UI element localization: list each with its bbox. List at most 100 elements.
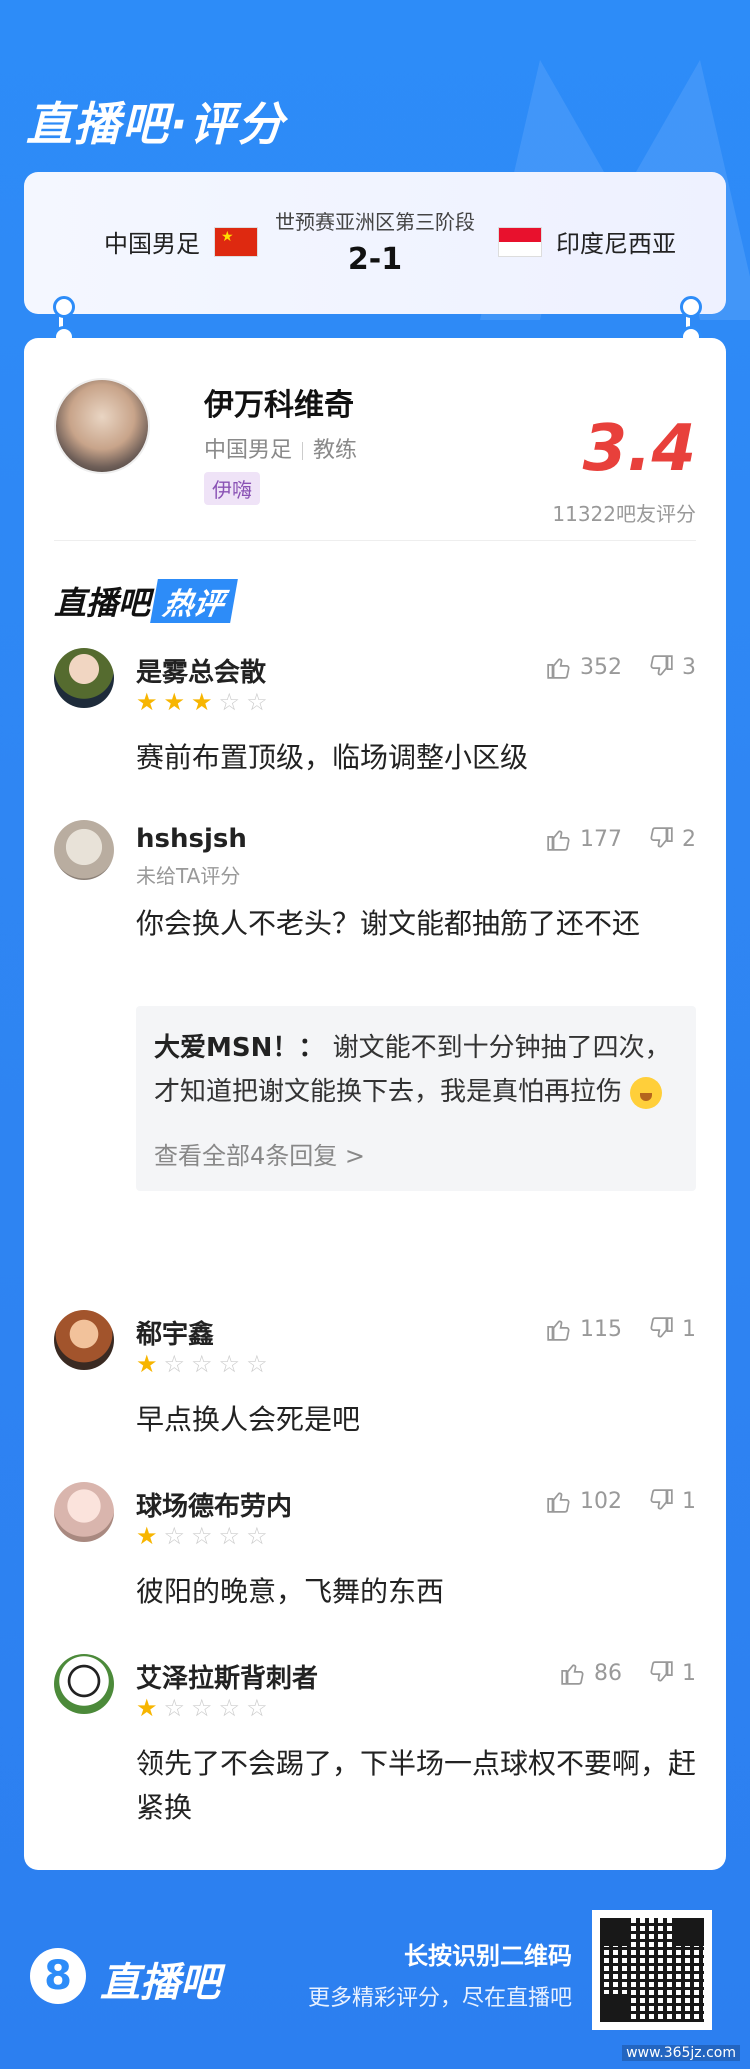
star-filled-icon: ★	[136, 1694, 158, 1722]
thumb-up-icon	[561, 1664, 584, 1685]
dislike-count: 3	[682, 654, 696, 680]
comment-actions: 177 2	[520, 826, 696, 852]
crying-emoji-icon	[630, 1076, 663, 1109]
comment-actions: 115 1	[520, 1316, 696, 1342]
comment-actions: 86 1	[534, 1660, 696, 1686]
dislike-count: 2	[682, 826, 696, 852]
dislike-button[interactable]: 1	[648, 1488, 696, 1514]
meta-divider	[302, 442, 304, 460]
comment-username[interactable]: 艾泽拉斯背刺者	[136, 1658, 318, 1695]
comment-stars: ★ ☆ ☆ ☆ ☆	[136, 1696, 268, 1720]
star-empty-icon: ☆	[191, 1522, 213, 1550]
thumb-down-icon	[650, 655, 673, 676]
rating-count: 11322吧友评分	[552, 502, 696, 526]
reply-username[interactable]: 大爱MSN！：	[154, 1033, 324, 1063]
user-avatar[interactable]	[54, 648, 114, 708]
brand-title: 直播吧·评分	[26, 97, 286, 151]
comment-text: 彼阳的晚意，飞舞的东西	[136, 1575, 445, 1608]
comment-username[interactable]: 是雾总会散	[136, 652, 266, 689]
thumb-up-icon	[547, 658, 570, 679]
user-avatar[interactable]	[54, 1310, 114, 1370]
star-empty-icon: ☆	[191, 1694, 213, 1722]
dislike-button[interactable]: 3	[648, 654, 696, 680]
star-empty-icon: ☆	[163, 1694, 186, 1722]
like-count: 102	[580, 1488, 622, 1514]
like-button[interactable]: 115	[546, 1316, 622, 1342]
qr-instruction: 长按识别二维码	[404, 1942, 572, 1970]
comment-actions: 102 1	[520, 1488, 696, 1514]
like-count: 115	[580, 1316, 622, 1342]
thumb-up-icon	[547, 1492, 570, 1513]
footer-slogan: 更多精彩评分，尽在直播吧	[307, 1986, 572, 2011]
comment-item: hshsjsh 未给TA评分 177 2 你会换人不老头？谢文能都抽筋了还不还 …	[54, 820, 696, 1280]
star-empty-icon: ☆	[218, 1350, 241, 1378]
like-button[interactable]: 177	[546, 826, 622, 852]
dislike-count: 1	[682, 1488, 696, 1514]
match-card: 中国男足 世预赛亚洲区第三阶段 2-1 印度尼西亚	[24, 172, 726, 314]
hot-title-label: 热评	[150, 579, 238, 623]
reply-box[interactable]: 大爱MSN！： 谢文能不到十分钟抽了四次，才知道把谢文能换下去，我是真怕再拉伤 …	[136, 1006, 696, 1191]
coach-meta: 中国男足 教练	[204, 432, 357, 464]
indonesia-flag-icon	[498, 226, 542, 257]
dislike-button[interactable]: 1	[648, 1316, 696, 1342]
like-count: 352	[580, 654, 622, 680]
comment-text: 早点换人会死是吧	[136, 1403, 361, 1436]
comment-item: 球场德布劳内 ★ ☆ ☆ ☆ ☆ 102 1 彼阳的晚意，飞舞的东西	[54, 1482, 696, 1608]
coach-role: 教练	[313, 438, 358, 463]
comment-stars: ★ ★ ★ ☆ ☆	[136, 690, 268, 714]
user-avatar[interactable]	[54, 1654, 114, 1714]
view-all-replies-link[interactable]: 查看全部4条回复 >	[154, 1136, 678, 1171]
star-filled-icon: ★	[136, 688, 158, 716]
star-filled-icon: ★	[136, 1522, 158, 1550]
star-filled-icon: ★	[163, 688, 186, 716]
away-team-name: 印度尼西亚	[556, 230, 676, 258]
comment-username[interactable]: 郗宇鑫	[136, 1314, 214, 1351]
coach-tag[interactable]: 伊嗨	[204, 472, 260, 505]
star-empty-icon: ☆	[246, 1522, 268, 1550]
hot-comments-title: 直播吧 热评	[54, 578, 238, 624]
dislike-button[interactable]: 1	[648, 1660, 696, 1686]
star-empty-icon: ☆	[246, 688, 268, 716]
dislike-button[interactable]: 2	[648, 826, 696, 852]
coach-avatar	[54, 378, 150, 474]
comment-stars: ★ ☆ ☆ ☆ ☆	[136, 1352, 268, 1376]
coach-rating-score: 3.4	[582, 412, 696, 486]
like-button[interactable]: 352	[546, 654, 622, 680]
comment-text: 你会换人不老头？谢文能都抽筋了还不还	[136, 907, 641, 940]
comment-stars: ★ ☆ ☆ ☆ ☆	[136, 1524, 268, 1548]
thumb-up-icon	[547, 1320, 570, 1341]
like-button[interactable]: 86	[560, 1660, 622, 1686]
footer: 8 直播吧 长按识别二维码 更多精彩评分，尽在直播吧	[0, 1880, 750, 2069]
comment-item: 艾泽拉斯背刺者 ★ ☆ ☆ ☆ ☆ 86 1 领先了不会踢了，下半场一点球权不要…	[54, 1654, 696, 1834]
like-button[interactable]: 102	[546, 1488, 622, 1514]
divider	[54, 540, 696, 541]
comment-item: 郗宇鑫 ★ ☆ ☆ ☆ ☆ 115 1 早点换人会死是吧	[54, 1310, 696, 1436]
like-count: 86	[594, 1660, 622, 1686]
dislike-count: 1	[682, 1316, 696, 1342]
comment-item: 是雾总会散 ★ ★ ★ ☆ ☆ 352 3 赛前布置顶级，临场调整小区级	[54, 648, 696, 774]
thumb-down-icon	[650, 1661, 673, 1682]
comment-username[interactable]: 球场德布劳内	[136, 1486, 292, 1523]
user-avatar[interactable]	[54, 1482, 114, 1542]
user-avatar[interactable]	[54, 820, 114, 880]
watermark: www.365jz.com	[622, 2045, 740, 2061]
star-empty-icon: ☆	[218, 688, 241, 716]
comment-actions: 352 3	[520, 654, 696, 680]
thumb-down-icon	[650, 1489, 673, 1510]
rating-card: 伊万科维奇 中国男足 教练 伊嗨 3.4 11322吧友评分 直播吧 热评 是雾总…	[24, 338, 726, 1870]
footer-logo-text: 直播吧	[100, 1960, 220, 2006]
qr-code-pattern	[600, 1918, 704, 2022]
star-empty-icon: ☆	[218, 1522, 241, 1550]
thumb-down-icon	[650, 827, 673, 848]
thumb-up-icon	[547, 830, 570, 851]
star-empty-icon: ☆	[218, 1694, 241, 1722]
star-empty-icon: ☆	[246, 1350, 268, 1378]
star-empty-icon: ☆	[191, 1350, 213, 1378]
qr-code[interactable]	[592, 1910, 712, 2030]
star-filled-icon: ★	[136, 1350, 158, 1378]
zhibo8-logo-icon: 8	[30, 1948, 86, 2004]
comment-username[interactable]: hshsjsh	[136, 824, 247, 854]
coach-team: 中国男足	[204, 438, 293, 463]
away-team: 印度尼西亚	[498, 224, 676, 259]
thumb-down-icon	[650, 1317, 673, 1338]
